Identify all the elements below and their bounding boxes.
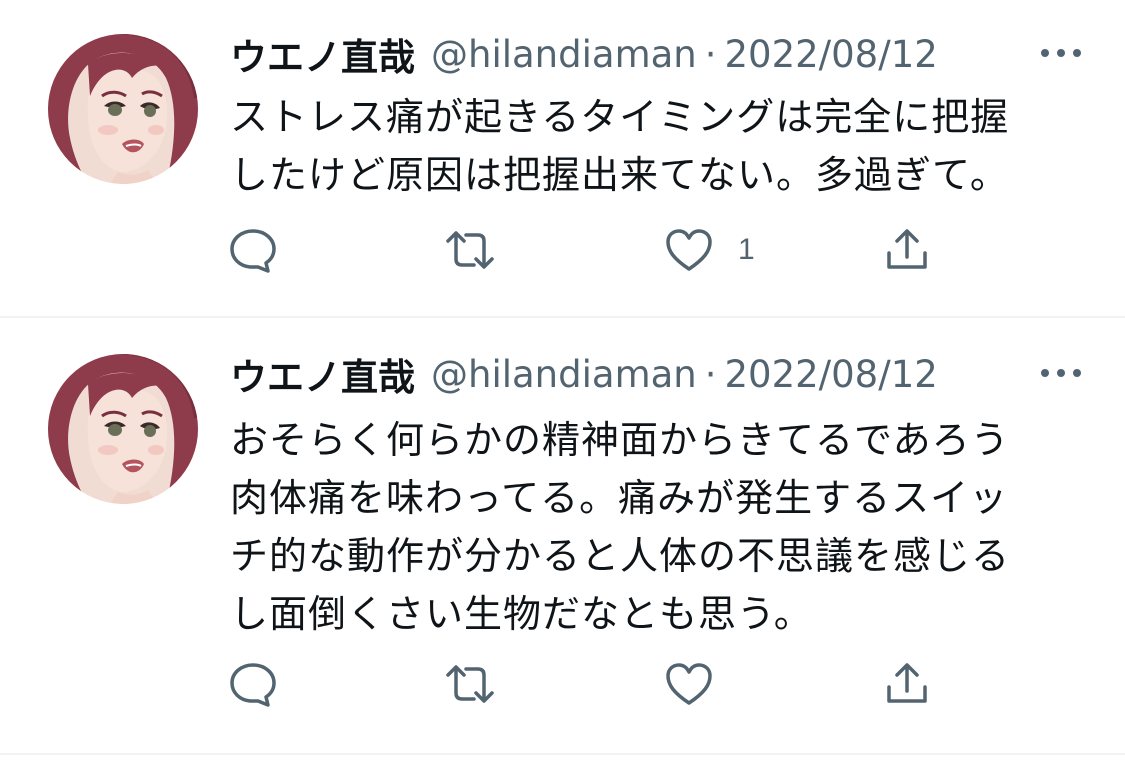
retweet-icon xyxy=(446,665,494,703)
tweet-date[interactable]: 2022/08/12 xyxy=(725,33,938,76)
reply-button[interactable] xyxy=(228,658,278,710)
like-icon xyxy=(666,663,712,705)
more-icon[interactable] xyxy=(1037,358,1085,388)
reply-button[interactable] xyxy=(228,224,278,276)
tweet[interactable]: ウエノ直哉 @hilandiaman · 2022/08/12 ストレス痛が起き… xyxy=(0,0,1125,318)
like-icon xyxy=(666,229,712,271)
tweet-text-line: 肉体痛を味わってる。痛みが発生するスイッ xyxy=(230,476,1009,520)
avatar[interactable] xyxy=(48,34,198,184)
retweet-icon xyxy=(446,231,494,269)
reply-icon xyxy=(230,229,276,273)
like-count: 1 xyxy=(738,233,755,266)
tweet-text-line: ストレス痛が起きるタイミングは完全に把握 xyxy=(230,95,1010,139)
avatar[interactable] xyxy=(48,354,198,504)
share-icon xyxy=(887,663,927,703)
tweet-text-line: し面倒くさい生物だなとも思う。 xyxy=(230,592,813,636)
more-icon[interactable] xyxy=(1037,38,1085,68)
separator: · xyxy=(704,32,717,76)
like-button[interactable]: 1 xyxy=(664,224,755,276)
tweet-header: ウエノ直哉 @hilandiaman · 2022/08/12 xyxy=(230,347,1085,401)
author-name[interactable]: ウエノ直哉 xyxy=(230,27,415,81)
action-bar xyxy=(228,658,948,710)
retweet-button[interactable] xyxy=(442,224,498,276)
action-bar: 1 xyxy=(228,224,948,276)
tweet-text: おそらく何らかの精神面からきてるであろう 肉体痛を味わってる。痛みが発生するスイ… xyxy=(230,411,1090,643)
tweet-text-line: おそらく何らかの精神面からきてるであろう xyxy=(230,418,1010,462)
reply-icon xyxy=(230,663,276,707)
share-button[interactable] xyxy=(884,224,930,276)
separator: · xyxy=(704,352,717,396)
author-name[interactable]: ウエノ直哉 xyxy=(230,347,415,401)
share-button[interactable] xyxy=(884,658,930,710)
author-handle[interactable]: @hilandiaman xyxy=(431,33,697,76)
tweet-text: ストレス痛が起きるタイミングは完全に把握 したけど原因は把握出来てない。多過ぎて… xyxy=(230,88,1090,204)
tweet-text-line: したけど原因は把握出来てない。多過ぎて。 xyxy=(230,153,1009,197)
retweet-button[interactable] xyxy=(442,658,498,710)
share-icon xyxy=(887,229,927,269)
tweet-header: ウエノ直哉 @hilandiaman · 2022/08/12 xyxy=(230,27,1085,81)
tweet[interactable]: ウエノ直哉 @hilandiaman · 2022/08/12 おそらく何らかの… xyxy=(0,318,1125,755)
like-button[interactable] xyxy=(664,658,738,710)
author-handle[interactable]: @hilandiaman xyxy=(431,353,697,396)
tweet-date[interactable]: 2022/08/12 xyxy=(725,353,938,396)
tweet-text-line: チ的な動作が分かると人体の不思議を感じる xyxy=(230,534,1011,578)
